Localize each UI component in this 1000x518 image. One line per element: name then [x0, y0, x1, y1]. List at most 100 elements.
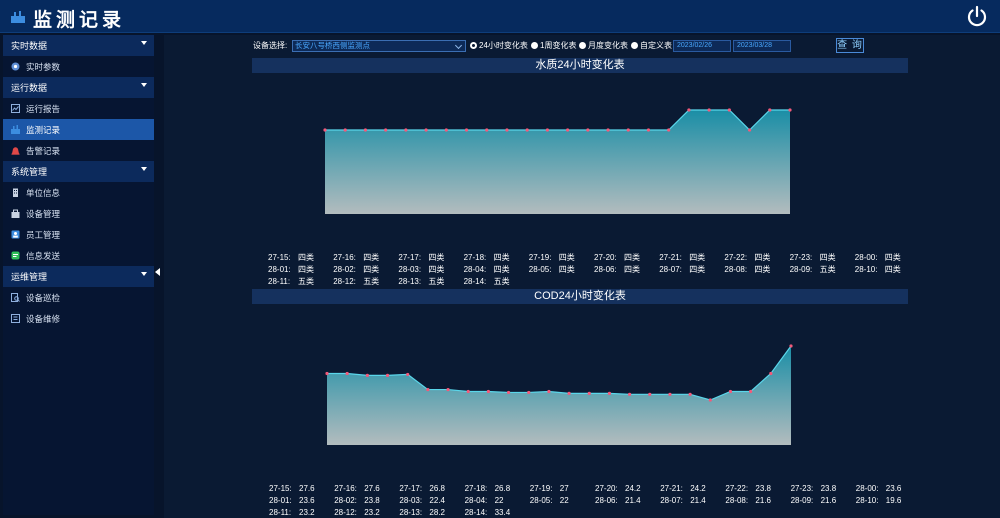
data-label-time: 28-07:: [659, 265, 682, 274]
data-point-27-21[interactable]: [446, 387, 450, 392]
data-label-time: 28-11:: [269, 508, 292, 517]
data-label-28-03: 28-03: 22.4: [399, 496, 445, 505]
data-label-time: 28-00:: [854, 253, 878, 262]
data-point-28-01[interactable]: [525, 128, 529, 132]
data-label-28-10: 28-10: 19.6: [856, 496, 902, 505]
data-point-28-05[interactable]: [607, 391, 612, 395]
data-point-28-00[interactable]: [506, 390, 511, 395]
data-label-27-20: 27-20: 24.2: [595, 484, 641, 493]
data-label-time: 27-19:: [529, 484, 553, 493]
data-point-28-12[interactable]: [749, 389, 753, 394]
data-point-27-20[interactable]: [426, 387, 430, 392]
data-point-28-08[interactable]: [668, 392, 672, 396]
data-label-27-18: 27-18: 四类: [464, 252, 510, 263]
data-label-time: 28-09:: [789, 265, 813, 274]
data-point-28-10[interactable]: [707, 108, 711, 112]
data-label-value: 四类: [689, 265, 706, 274]
data-point-27-18[interactable]: [385, 373, 390, 377]
data-label-28-13: 28-13: 五类: [398, 276, 444, 287]
area-chart-1: [325, 344, 793, 445]
data-label-value: 24.2: [625, 484, 641, 493]
data-label-value: 四类: [428, 265, 445, 274]
data-point-28-01[interactable]: [527, 390, 531, 395]
data-point-28-04[interactable]: [586, 128, 590, 132]
data-point-28-03[interactable]: [566, 128, 570, 132]
data-label-28-07: 28-07: 四类: [659, 264, 705, 275]
data-label-27-23: 27-23: 四类: [790, 252, 836, 263]
data-label-28-00: 28-00: 四类: [855, 252, 901, 263]
data-label-28-08: 28-08: 四类: [724, 264, 770, 275]
data-point-28-10[interactable]: [708, 398, 712, 402]
data-label-time: 27-16:: [334, 484, 357, 493]
data-point-28-13[interactable]: [769, 371, 773, 376]
data-point-27-22[interactable]: [466, 389, 470, 394]
data-point-27-23[interactable]: [485, 128, 489, 132]
data-label-27-22: 27-22: 四类: [724, 252, 770, 263]
data-point-28-07[interactable]: [648, 392, 652, 396]
data-label-28-11: 28-11: 23.2: [269, 508, 315, 517]
data-point-27-21[interactable]: [444, 128, 448, 132]
data-label-time: 27-15:: [268, 253, 291, 262]
data-label-value: 23.6: [299, 496, 315, 505]
data-point-28-09[interactable]: [687, 108, 691, 112]
data-label-time: 28-08:: [724, 265, 748, 274]
area-chart-0: [323, 108, 792, 214]
data-point-27-18[interactable]: [384, 128, 388, 132]
data-point-28-12[interactable]: [747, 128, 752, 132]
data-label-value: 四类: [363, 265, 380, 274]
data-label-value: 四类: [884, 265, 901, 274]
data-label-28-12: 28-12: 五类: [333, 276, 379, 287]
data-point-28-13[interactable]: [768, 108, 772, 112]
data-point-28-08[interactable]: [667, 128, 671, 132]
data-point-28-09[interactable]: [688, 392, 692, 396]
data-point-27-20[interactable]: [424, 128, 428, 132]
data-point-28-06[interactable]: [626, 128, 630, 132]
data-point-27-16[interactable]: [343, 128, 347, 132]
data-point-27-17[interactable]: [365, 373, 369, 377]
data-point-28-14[interactable]: [789, 344, 793, 348]
data-point-27-15[interactable]: [325, 371, 329, 376]
data-label-time: 28-05:: [528, 265, 552, 274]
data-point-28-02[interactable]: [547, 389, 551, 394]
data-label-value: 四类: [298, 253, 314, 262]
data-point-28-03[interactable]: [567, 391, 571, 395]
data-label-time: 28-10:: [854, 265, 878, 274]
data-point-27-22[interactable]: [464, 128, 469, 132]
data-label-time: 27-23:: [790, 484, 814, 493]
data-point-28-05[interactable]: [606, 128, 610, 132]
data-label-27-19: 27-19: 27: [530, 484, 569, 493]
data-point-27-17[interactable]: [363, 128, 368, 132]
data-label-time: 28-07:: [660, 496, 683, 505]
data-point-28-07[interactable]: [646, 128, 651, 132]
data-label-time: 28-10:: [855, 496, 879, 505]
data-point-27-19[interactable]: [404, 128, 408, 132]
data-label-value: 24.2: [690, 484, 706, 493]
data-point-28-02[interactable]: [545, 128, 549, 132]
data-point-27-19[interactable]: [406, 372, 410, 377]
data-label-28-12: 28-12: 23.2: [334, 508, 380, 517]
data-label-value: 23.2: [364, 508, 380, 517]
data-label-value: 23.6: [885, 484, 902, 493]
data-label-value: 21.4: [690, 496, 706, 505]
data-point-27-23[interactable]: [486, 389, 490, 394]
data-label-value: 四类: [428, 253, 445, 262]
data-point-27-16[interactable]: [345, 371, 349, 376]
data-point-28-11[interactable]: [727, 108, 731, 112]
data-point-28-11[interactable]: [728, 389, 733, 394]
data-label-27-22: 27-22: 23.8: [725, 484, 771, 493]
data-label-value: 22: [494, 496, 504, 505]
data-label-value: 21.6: [755, 496, 771, 505]
data-point-27-15[interactable]: [323, 128, 327, 132]
data-point-28-04[interactable]: [587, 391, 591, 395]
data-label-value: 五类: [493, 277, 510, 286]
data-label-28-11: 28-11: 五类: [268, 276, 314, 287]
data-label-28-05: 28-05: 四类: [529, 264, 575, 275]
data-label-time: 28-00:: [855, 484, 879, 493]
data-label-28-13: 28-13: 28.2: [399, 508, 445, 517]
data-point-28-14[interactable]: [788, 108, 792, 112]
data-label-value: 26.8: [429, 484, 445, 493]
data-label-time: 28-05:: [529, 496, 553, 505]
data-point-28-00[interactable]: [505, 128, 509, 132]
data-label-time: 28-11:: [268, 277, 291, 286]
data-point-28-06[interactable]: [628, 392, 632, 396]
